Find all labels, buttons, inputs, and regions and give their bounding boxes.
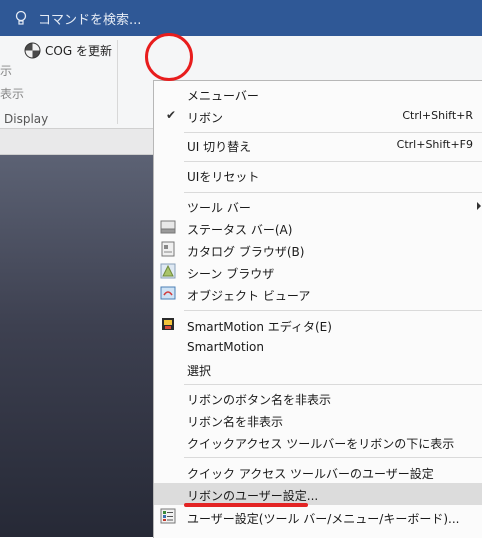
menu-item-label: クイックアクセス ツールバーをリボンの下に表示 xyxy=(187,437,455,451)
object-viewer-icon xyxy=(160,286,176,300)
menu-item-label: シーン ブラウザ xyxy=(187,267,275,281)
menu-item-label: リボン xyxy=(187,111,224,125)
display-panel-label: Display xyxy=(4,112,49,126)
menu-item-object-viewer[interactable]: オブジェクト ビューア xyxy=(154,283,482,305)
menu-item-hide-ribbon-names[interactable]: リボン名を非表示 xyxy=(154,409,482,431)
menu-item-label: UI 切り替え xyxy=(187,140,252,154)
menu-item-toolbar[interactable]: ツール バー xyxy=(154,195,482,217)
ribbon-divider xyxy=(117,40,118,124)
menu-item-label: カタログ ブラウザ(B) xyxy=(187,245,305,259)
cog-icon xyxy=(24,42,41,58)
menu-item-hide-ribbon-button-names[interactable]: リボンのボタン名を非表示 xyxy=(154,387,482,409)
menu-separator xyxy=(184,310,482,311)
menu-item-shortcut: Ctrl+Shift+R xyxy=(402,109,473,122)
ribbon-fragment-top[interactable]: 示 xyxy=(0,62,12,79)
menu-item-status-bar[interactable]: ステータス バー(A) xyxy=(154,217,482,239)
menu-item-label: ユーザー設定(ツール バー/メニュー/キーボード)... xyxy=(187,512,460,526)
search-placeholder: コマンドを検索... xyxy=(38,13,142,28)
menu-item-label: クイック アクセス ツールバーのユーザー設定 xyxy=(187,467,434,481)
catalog-browser-icon xyxy=(161,241,175,257)
menu-item-label: リボンのユーザー設定... xyxy=(187,489,319,503)
menu-item-label: SmartMotion エディタ(E) xyxy=(187,320,332,334)
menu-item-smartmotion-editor[interactable]: SmartMotion エディタ(E) xyxy=(154,314,482,336)
menu-item-label: 選択 xyxy=(187,364,212,378)
ribbon-fragment-bottom[interactable]: 表示 xyxy=(0,85,24,102)
menu-item-customize-qat[interactable]: クイック アクセス ツールバーのユーザー設定 xyxy=(154,461,482,483)
menu-item-catalog-browser[interactable]: カタログ ブラウザ(B) xyxy=(154,239,482,261)
menu-item-shortcut: Ctrl+Shift+F9 xyxy=(396,138,473,151)
menu-separator xyxy=(184,384,482,385)
menu-item-label: ステータス バー(A) xyxy=(187,223,293,237)
menu-separator xyxy=(184,161,482,162)
menu-item-qat-below-ribbon[interactable]: クイックアクセス ツールバーをリボンの下に表示 xyxy=(154,431,482,453)
menu-item-ribbon[interactable]: ✔ リボン Ctrl+Shift+R xyxy=(154,105,482,127)
document-tab-strip xyxy=(0,129,160,155)
menu-item-customize-ribbon[interactable]: リボンのユーザー設定... xyxy=(154,483,482,505)
customize-icon xyxy=(160,508,176,524)
menu-item-label: UIをリセット xyxy=(187,170,260,184)
menu-item-customize[interactable]: ユーザー設定(ツール バー/メニュー/キーボード)... xyxy=(154,506,482,528)
menu-item-menubar[interactable]: メニューバー xyxy=(154,83,482,105)
menu-item-smartmotion[interactable]: SmartMotion xyxy=(154,336,482,358)
update-cog-label: COG を更新 xyxy=(45,43,112,58)
check-icon: ✔ xyxy=(166,108,177,122)
smartmotion-editor-icon xyxy=(162,318,174,330)
3d-viewport[interactable] xyxy=(0,155,160,537)
menu-item-select[interactable]: 選択 xyxy=(154,358,482,380)
menu-item-reset-ui[interactable]: UIをリセット xyxy=(154,164,482,186)
menu-separator xyxy=(184,457,482,458)
menu-separator xyxy=(184,192,482,193)
submenu-arrow-icon xyxy=(477,202,481,210)
menu-item-label: ツール バー xyxy=(187,201,251,215)
menu-item-label: リボン名を非表示 xyxy=(187,415,284,429)
update-cog-button[interactable]: COG を更新 xyxy=(24,40,112,60)
menu-separator xyxy=(184,132,482,133)
lightbulb-icon xyxy=(15,10,27,25)
ribbon-context-menu: メニューバー ✔ リボン Ctrl+Shift+R UI 切り替え Ctrl+S… xyxy=(153,80,482,538)
menu-item-scene-browser[interactable]: シーン ブラウザ xyxy=(154,261,482,283)
command-search-bar[interactable]: コマンドを検索... xyxy=(0,0,482,36)
menu-item-label: オブジェクト ビューア xyxy=(187,289,311,303)
status-bar-icon xyxy=(160,220,176,234)
menu-item-label: SmartMotion xyxy=(187,340,264,354)
menu-item-label: リボンのボタン名を非表示 xyxy=(187,393,332,407)
red-underline-annotation xyxy=(184,503,308,507)
menu-item-label: メニューバー xyxy=(187,89,259,103)
scene-browser-icon xyxy=(160,263,176,279)
red-circle-annotation xyxy=(145,33,193,81)
menu-item-ui-switch[interactable]: UI 切り替え Ctrl+Shift+F9 xyxy=(154,134,482,156)
